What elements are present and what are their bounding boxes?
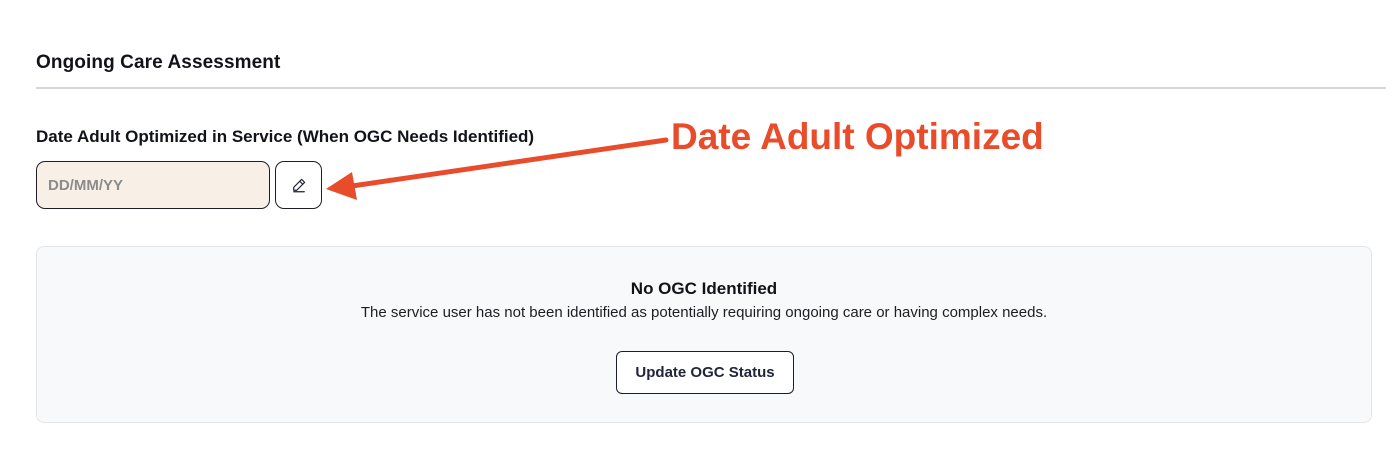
ogc-status-description: The service user has not been identified… <box>360 304 1048 321</box>
section-divider <box>36 87 1386 89</box>
edit-date-button[interactable] <box>275 161 322 209</box>
annotation-label: Date Adult Optimized <box>671 116 1044 157</box>
date-input[interactable] <box>36 161 270 209</box>
pencil-icon <box>292 178 305 193</box>
ogc-status-title: No OGC Identified <box>630 279 778 298</box>
section-title: Ongoing Care Assessment <box>36 52 281 73</box>
date-field-label: Date Adult Optimized in Service (When OG… <box>36 127 535 146</box>
update-ogc-status-button[interactable]: Update OGC Status <box>616 351 794 394</box>
ogc-status-panel: No OGC Identified The service user has n… <box>36 246 1372 423</box>
